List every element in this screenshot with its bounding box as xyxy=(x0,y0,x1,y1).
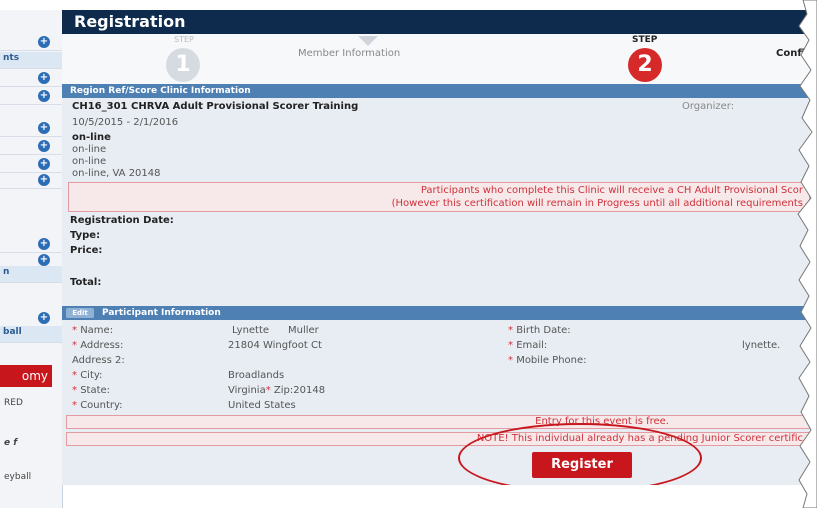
registration-panel: Registration STEP 1 Member Information S… xyxy=(62,10,810,485)
total-label: Total: xyxy=(70,277,102,288)
clinic-name: CH16_301 CHRVA Adult Provisional Scorer … xyxy=(72,101,359,112)
expand-icon[interactable]: + xyxy=(38,90,50,102)
page-title: Registration xyxy=(62,10,810,34)
location-name: on-line xyxy=(72,132,111,143)
expand-icon[interactable]: + xyxy=(38,36,50,48)
address-value: 21804 Wingfoot Ct xyxy=(228,340,322,351)
expand-icon[interactable]: + xyxy=(38,140,50,152)
step1-name: Member Information xyxy=(298,48,401,59)
step1-circle: 1 xyxy=(166,48,200,82)
sidebar-row-label: nts xyxy=(3,53,20,63)
sidebar-badge-text: RED xyxy=(4,398,23,408)
edit-participant-button[interactable]: Edit xyxy=(66,308,94,318)
zip-value: 20148 xyxy=(293,385,326,396)
expand-icon[interactable]: + xyxy=(38,238,50,250)
sidebar-row[interactable]: + xyxy=(0,138,62,155)
country-label-text: Country: xyxy=(80,400,123,411)
participant-section-title: Participant Information xyxy=(102,308,221,318)
birth-date-label-text: Birth Date: xyxy=(516,325,571,336)
step-chevron-icon xyxy=(358,36,378,46)
city-label-text: City: xyxy=(80,370,103,381)
sidebar-row[interactable]: nts xyxy=(0,52,62,69)
step-indicator: STEP 1 Member Information STEP 2 Confi xyxy=(62,34,810,90)
state-zip-value: Virginia* Zip:20148 xyxy=(228,385,326,396)
clinic-dates: 10/5/2015 - 2/1/2016 xyxy=(72,117,179,128)
sidebar-row[interactable]: + xyxy=(0,236,62,253)
sidebar-row[interactable]: + xyxy=(0,88,62,105)
expand-icon[interactable]: + xyxy=(38,72,50,84)
clinic-notice-line2: (However this certification will remain … xyxy=(391,198,803,209)
address-label: * Address: xyxy=(72,340,124,351)
clinic-notice: Participants who complete this Clinic wi… xyxy=(68,182,810,212)
sidebar-row-label: ball xyxy=(3,327,22,337)
screenshot-frame: + nts + + + + + + + + n + ball omy RED e f eyball Regist… xyxy=(0,0,817,508)
step2-label: STEP xyxy=(632,35,658,45)
registration-date-label: Registration Date: xyxy=(70,215,174,226)
type-label: Type: xyxy=(70,230,101,241)
pending-certification-notice: NOTE! This individual already has a pend… xyxy=(66,432,810,446)
price-label: Price: xyxy=(70,245,103,256)
clinic-section-header: Region Ref/Score Clinic Information xyxy=(62,84,810,98)
sidebar-row[interactable]: + xyxy=(0,156,62,173)
sidebar-row[interactable]: + xyxy=(0,34,62,51)
torn-edge xyxy=(797,0,817,508)
sidebar-red-button[interactable]: omy xyxy=(0,365,52,387)
state-label: * State: xyxy=(72,385,111,396)
left-sidebar: + nts + + + + + + + + n + ball omy RED e f eyball xyxy=(0,10,63,508)
sidebar-row[interactable]: + xyxy=(0,172,62,189)
city-value: Broadlands xyxy=(228,370,285,381)
free-entry-notice: Entry for this event is free. xyxy=(66,415,810,429)
birth-date-label: * Birth Date: xyxy=(508,325,571,336)
city-label: * City: xyxy=(72,370,103,381)
sidebar-row[interactable]: ball xyxy=(0,326,62,343)
address2-label: Address 2: xyxy=(72,355,125,366)
sidebar-row[interactable]: + xyxy=(0,120,62,137)
sidebar-volleyball-text: eyball xyxy=(4,472,32,482)
sidebar-row[interactable]: + xyxy=(0,310,62,327)
name-last-value: Muller xyxy=(288,325,319,336)
expand-icon[interactable]: + xyxy=(38,158,50,170)
state-value: Virginia xyxy=(228,385,266,396)
clinic-notice-line1: Participants who complete this Clinic wi… xyxy=(420,185,803,196)
name-first-value: Lynette xyxy=(232,325,270,336)
expand-icon[interactable]: + xyxy=(38,174,50,186)
country-label: * Country: xyxy=(72,400,123,411)
name-label-text: Name: xyxy=(80,325,114,336)
step1-label: STEP xyxy=(174,35,194,44)
register-button[interactable]: Register xyxy=(532,452,632,478)
address-label-text: Address: xyxy=(80,340,124,351)
mobile-phone-label-text: Mobile Phone: xyxy=(516,355,587,366)
expand-icon[interactable]: + xyxy=(38,122,50,134)
zip-label: Zip: xyxy=(273,385,294,396)
mobile-phone-label: * Mobile Phone: xyxy=(508,355,587,366)
location-address2: on-line xyxy=(72,156,107,167)
sidebar-text-fragment: e f xyxy=(4,438,18,448)
expand-icon[interactable]: + xyxy=(38,312,50,324)
name-label: * Name: xyxy=(72,325,114,336)
country-value: United States xyxy=(228,400,296,411)
state-label-text: State: xyxy=(80,385,111,396)
email-label-text: Email: xyxy=(516,340,548,351)
organizer-label: Organizer: xyxy=(682,101,735,112)
sidebar-row[interactable]: + xyxy=(0,70,62,87)
expand-icon[interactable]: + xyxy=(38,254,50,266)
sidebar-row-label: n xyxy=(3,267,10,277)
email-value: lynette. xyxy=(742,340,781,351)
participant-section-header: Edit Participant Information xyxy=(62,306,810,320)
step2-circle: 2 xyxy=(628,48,662,82)
sidebar-row[interactable]: n xyxy=(0,266,62,283)
location-address1: on-line xyxy=(72,144,107,155)
location-city-state-zip: on-line, VA 20148 xyxy=(72,168,161,179)
email-label: * Email: xyxy=(508,340,548,351)
